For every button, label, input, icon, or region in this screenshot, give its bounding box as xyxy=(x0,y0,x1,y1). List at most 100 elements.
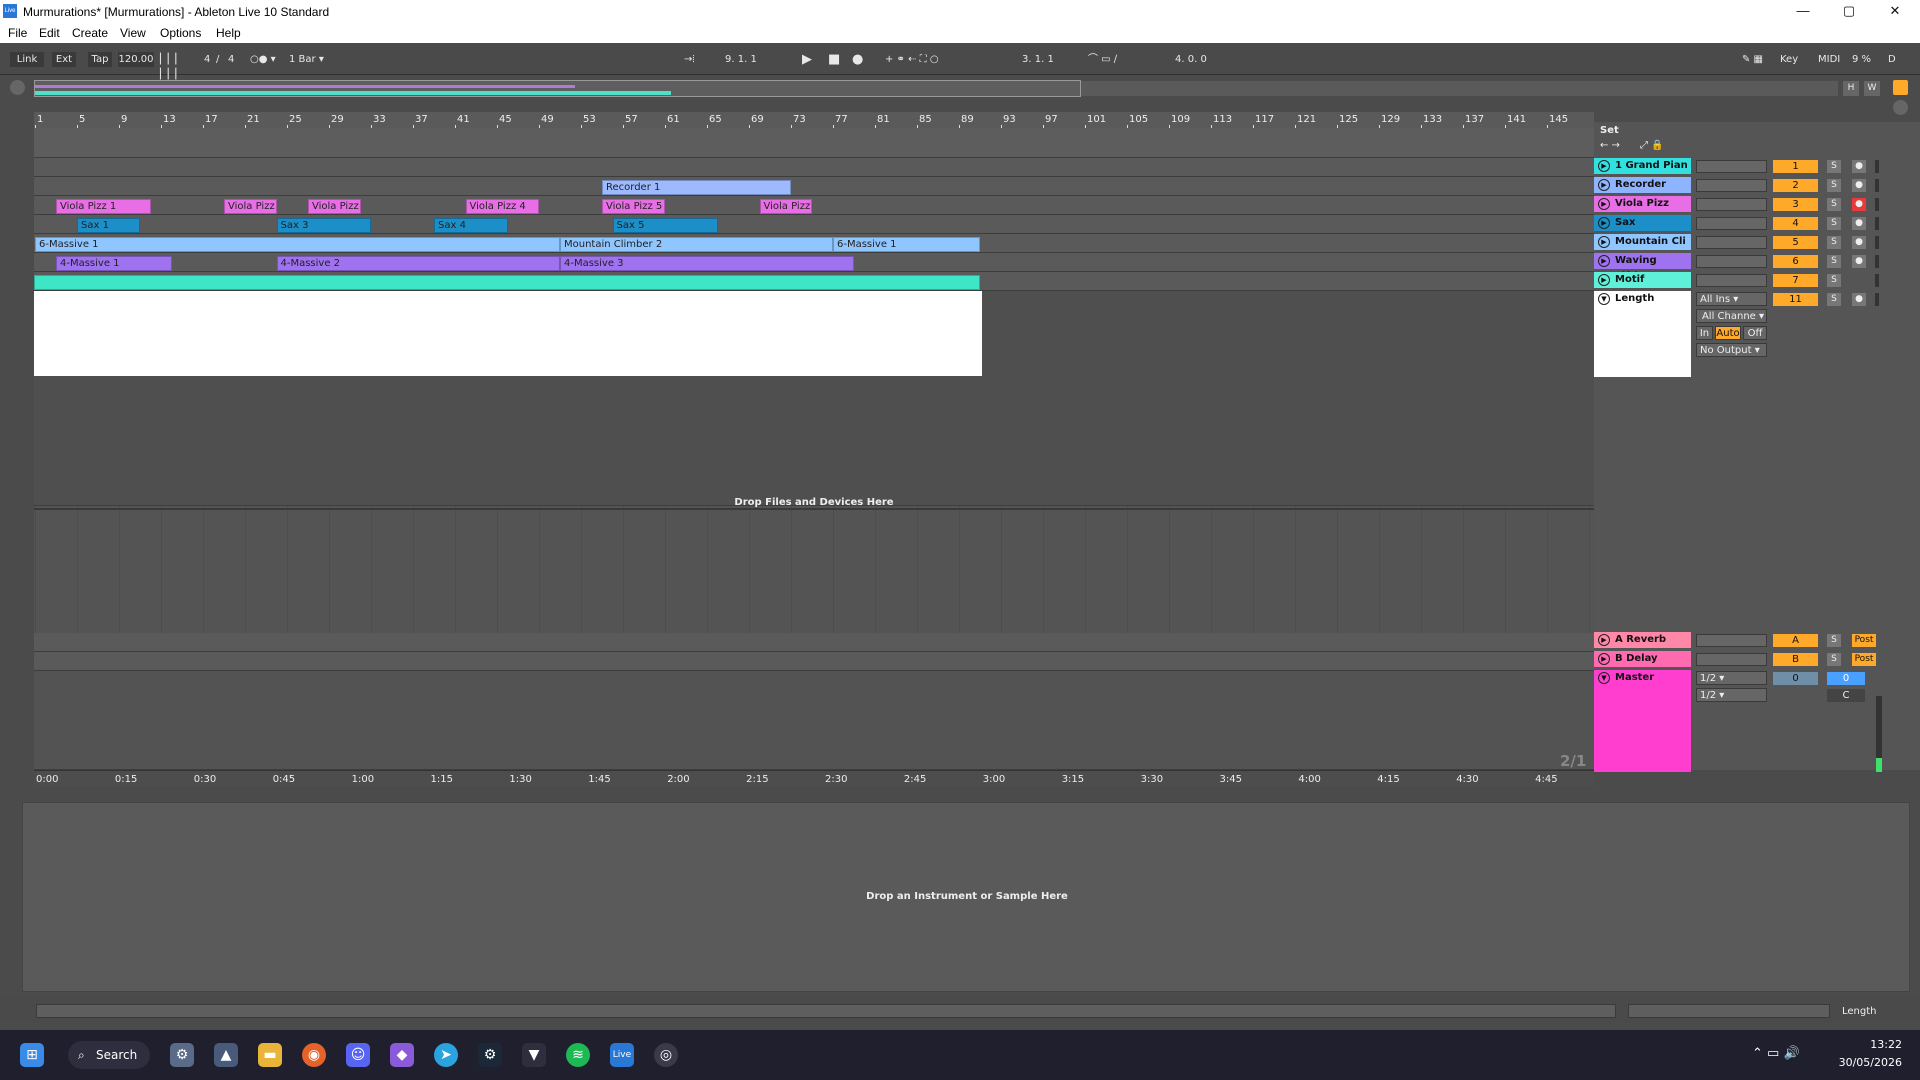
arm-button[interactable]: ● xyxy=(1852,198,1866,211)
arrangement-clip[interactable]: Viola Pizz 1 xyxy=(56,199,151,214)
solo-button[interactable]: S xyxy=(1827,255,1841,268)
solo-button[interactable]: S xyxy=(1827,179,1841,192)
lane-grand-piano[interactable] xyxy=(34,158,1594,177)
system-tray-icons[interactable]: ⌃ ▭ 🔊 xyxy=(1752,1046,1800,1061)
song-position[interactable]: 9. 1. 1 xyxy=(725,52,785,67)
nudge-icon[interactable]: ▏▏▏ ▏▏▏ xyxy=(160,52,183,80)
arm-button[interactable]: ● xyxy=(1852,179,1866,192)
menu-help[interactable]: Help xyxy=(216,26,241,40)
track-number-button[interactable]: 3 xyxy=(1773,198,1818,211)
track-activator-icon[interactable]: ▶ xyxy=(1598,274,1610,286)
track-number-button[interactable]: 6 xyxy=(1773,255,1818,268)
spotify-icon[interactable]: ≋ xyxy=(566,1043,590,1067)
arrangement-clip[interactable]: Sax 1 xyxy=(77,218,140,233)
arrangement-clip[interactable]: Viola Pizz 4 xyxy=(465,199,539,214)
track-header[interactable]: ▶ Recorder xyxy=(1594,177,1691,193)
tap-tempo-button[interactable]: Tap xyxy=(88,52,112,67)
arrangement-clip[interactable]: Sax 4 xyxy=(434,218,508,233)
loop-length-field[interactable]: 4. 0. 0 xyxy=(1175,52,1235,67)
obs-icon[interactable]: ◎ xyxy=(654,1043,678,1067)
arrangement-clip[interactable]: Viola Pizz 5 xyxy=(602,199,665,214)
ableton-live-taskbar-icon[interactable]: Live xyxy=(610,1043,634,1067)
loop-start-field[interactable]: 3. 1. 1 xyxy=(1022,52,1082,67)
arrangement-clip[interactable]: 4-Massive 3 xyxy=(560,256,854,271)
key-map-button[interactable]: Key xyxy=(1780,52,1804,67)
photos-icon[interactable]: ▲ xyxy=(214,1043,238,1067)
time-ruler[interactable]: 0:00 0:15 0:30 0:45 1:00 1:15 1:30 1:45 2:00 2:15… xyxy=(34,770,1594,786)
track-fold-icon[interactable]: ▼ xyxy=(1598,672,1610,684)
signature-numerator[interactable]: 4 xyxy=(204,52,212,67)
track-number-button[interactable]: 1 xyxy=(1773,160,1818,173)
track-number-button[interactable]: 4 xyxy=(1773,217,1818,230)
return-b-letter[interactable]: B xyxy=(1773,653,1818,666)
lane-reverb[interactable] xyxy=(34,633,1594,652)
track-header-b-delay[interactable]: ▶ B Delay xyxy=(1594,651,1691,667)
stop-icon[interactable]: ■ xyxy=(828,52,842,67)
lane-sax[interactable] xyxy=(34,215,1594,234)
menu-edit[interactable]: Edit xyxy=(39,26,60,40)
motif-clip[interactable] xyxy=(34,275,980,290)
master-volume[interactable]: 0 xyxy=(1773,672,1818,685)
arrangement-clip[interactable]: Sax 3 xyxy=(276,218,371,233)
midi-map-button[interactable]: MIDI xyxy=(1818,52,1844,67)
return-a-letter[interactable]: A xyxy=(1773,634,1818,647)
arrangement-clip[interactable]: Sax 5 xyxy=(612,218,718,233)
input-type-dropdown[interactable]: All Ins ▾ xyxy=(1696,292,1767,306)
tempo-field[interactable]: 120.00 xyxy=(118,52,154,67)
track-number-button[interactable]: 5 xyxy=(1773,236,1818,249)
lane-master[interactable] xyxy=(34,671,1594,770)
ext-sync-button[interactable]: Ext xyxy=(52,52,76,67)
track-activator-icon[interactable]: ▶ xyxy=(1598,217,1610,229)
master-pan-value[interactable]: 0 xyxy=(1827,672,1865,685)
lane-recorder[interactable] xyxy=(34,177,1594,196)
track-activator-icon[interactable]: ▶ xyxy=(1598,255,1610,267)
track-activator-icon[interactable]: ▼ xyxy=(1598,293,1610,305)
track-header[interactable]: ▶ Sax xyxy=(1594,215,1691,231)
solo-button[interactable]: S xyxy=(1827,160,1841,173)
link-button[interactable]: Link xyxy=(10,52,44,67)
overview-toggle-icon[interactable] xyxy=(10,80,25,95)
menu-options[interactable]: Options xyxy=(160,26,201,40)
monitor-auto-button[interactable]: Auto xyxy=(1715,326,1741,340)
track-activator-icon[interactable]: ▶ xyxy=(1598,634,1610,646)
minimize-button[interactable]: — xyxy=(1780,0,1826,23)
arrangement-clip[interactable]: 4-Massive 1 xyxy=(56,256,172,271)
solo-button[interactable]: S xyxy=(1827,293,1841,306)
track-header-a-reverb[interactable]: ▶ A Reverb xyxy=(1594,632,1691,648)
locator-lane[interactable] xyxy=(34,128,1594,158)
solo-button[interactable]: S xyxy=(1827,274,1841,287)
arm-button[interactable]: ● xyxy=(1852,255,1866,268)
search-button[interactable]: ⌕ Search xyxy=(68,1041,150,1069)
track-number-button[interactable]: 11 xyxy=(1773,293,1818,306)
solo-button[interactable]: S xyxy=(1827,236,1841,249)
arrangement-overview[interactable] xyxy=(34,80,1081,97)
menu-view[interactable]: View xyxy=(120,26,146,40)
obsidian-icon[interactable]: ◆ xyxy=(390,1043,414,1067)
play-icon[interactable]: ▶ xyxy=(802,52,816,67)
fox-app-icon[interactable]: ▼ xyxy=(522,1043,546,1067)
arrangement-view[interactable]: Recorder 1 Viola Pizz 1 Viola Pizz 2 Viola … xyxy=(34,128,1594,770)
track-activator-icon[interactable]: ▶ xyxy=(1598,236,1610,248)
file-explorer-icon[interactable]: ▬ xyxy=(258,1043,282,1067)
track-header[interactable]: ▶ 1 Grand Pian xyxy=(1594,158,1691,174)
lane-delay[interactable] xyxy=(34,652,1594,671)
solo-button[interactable]: S xyxy=(1827,198,1841,211)
beat-ruler[interactable]: 1 5 9 13 17 21 25 29 33 37 41 45 49 53 57 61 65 69 73 77 81 8… xyxy=(34,112,1594,129)
arrangement-clip[interactable]: 4-Massive 2 xyxy=(276,256,560,271)
master-out-dropdown[interactable]: 1/2 ▾ xyxy=(1696,688,1767,702)
track-number-button[interactable]: 7 xyxy=(1773,274,1818,287)
track-header[interactable]: ▶ Mountain Cli xyxy=(1594,234,1691,250)
maximize-button[interactable]: ▢ xyxy=(1826,0,1872,23)
track-activator-icon[interactable]: ▶ xyxy=(1598,160,1610,172)
arrangement-clip[interactable]: 6-Massive 1 xyxy=(35,237,560,252)
arrangement-clip[interactable]: Recorder 1 xyxy=(602,180,791,195)
master-pan-center[interactable]: C xyxy=(1827,689,1865,702)
browser-toggle-icon[interactable] xyxy=(1893,80,1908,95)
post-button[interactable]: Post xyxy=(1852,653,1876,666)
solo-button[interactable]: S xyxy=(1827,653,1841,666)
monitor-in-button[interactable]: In xyxy=(1696,326,1713,340)
track-header[interactable]: ▶ Motif xyxy=(1594,272,1691,288)
h-button[interactable]: H xyxy=(1843,81,1859,96)
length-midi-clip[interactable] xyxy=(34,291,982,376)
follow-icon[interactable]: →⦙ xyxy=(684,52,704,67)
